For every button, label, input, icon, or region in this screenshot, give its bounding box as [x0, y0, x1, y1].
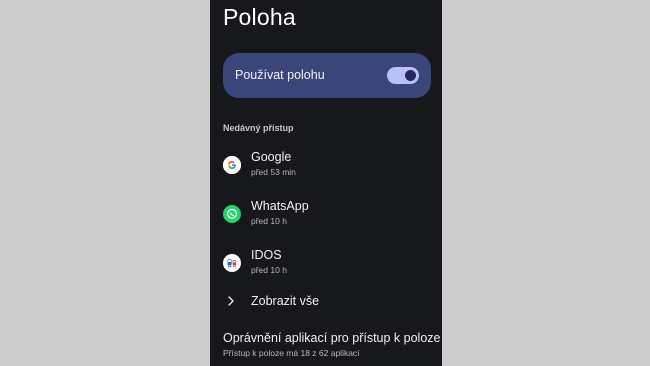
- show-all-label: Zobrazit vše: [251, 294, 320, 308]
- use-location-switch[interactable]: [387, 67, 419, 84]
- google-icon: [223, 156, 241, 174]
- phone-screen: Poloha Používat polohu Nedávný přístup G…: [210, 0, 442, 366]
- whatsapp-icon: [223, 205, 241, 223]
- app-name: Google: [251, 150, 292, 164]
- switch-knob: [405, 70, 416, 81]
- use-location-label: Používat polohu: [235, 68, 325, 82]
- app-location-permissions-summary: Přístup k poloze má 18 z 62 aplikací: [223, 348, 360, 358]
- app-access-time: před 10 h: [251, 265, 287, 275]
- recent-app-google[interactable]: Google před 53 min: [210, 150, 442, 190]
- app-name: WhatsApp: [251, 199, 309, 213]
- page-title: Poloha: [223, 4, 296, 30]
- app-access-time: před 10 h: [251, 216, 287, 226]
- app-access-time: před 53 min: [251, 167, 296, 177]
- recent-access-header: Nedávný přístup: [223, 123, 294, 133]
- chevron-right-icon: [226, 294, 236, 308]
- recent-app-whatsapp[interactable]: WhatsApp před 10 h: [210, 199, 442, 239]
- idos-icon: [223, 254, 241, 272]
- app-name: IDOS: [251, 248, 282, 262]
- app-location-permissions-item[interactable]: Oprávnění aplikací pro přístup k poloze: [223, 331, 440, 345]
- recent-app-idos[interactable]: IDOS před 10 h: [210, 248, 442, 288]
- use-location-toggle-card[interactable]: Používat polohu: [223, 53, 431, 98]
- show-all-button[interactable]: Zobrazit vše: [210, 292, 442, 312]
